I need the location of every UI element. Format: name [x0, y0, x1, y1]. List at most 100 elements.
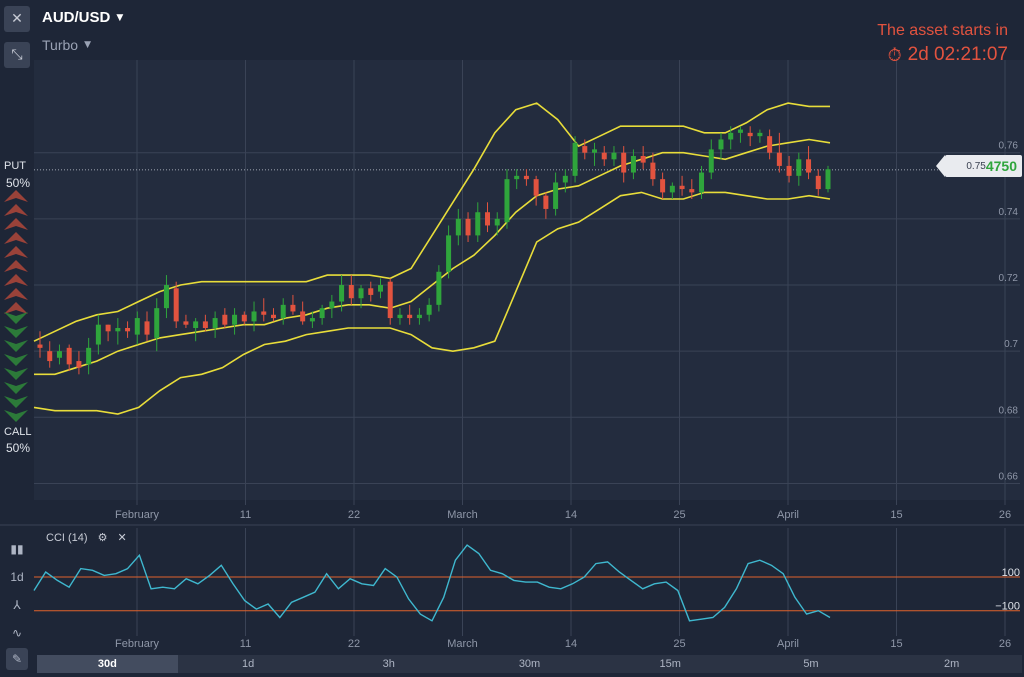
- gear-icon[interactable]: ⚙: [98, 531, 108, 544]
- x-axis-tick-label: March: [447, 509, 478, 521]
- put-chevron: [4, 288, 28, 300]
- chart-area-background: [34, 60, 1024, 500]
- candle-up: [251, 311, 257, 322]
- candle-up: [553, 182, 559, 209]
- call-chevron: [4, 382, 28, 394]
- indicator-x-axis-tick-label: 15: [890, 638, 902, 650]
- timeframe-option[interactable]: 5m: [741, 655, 882, 673]
- candle-down: [144, 321, 150, 335]
- y-axis-tick-label: 0.76: [999, 141, 1019, 152]
- call-chevron: [4, 326, 28, 338]
- put-chevron: [4, 218, 28, 230]
- chart-stage[interactable]: February February 11 11 22 22 March March 14 14 25…: [0, 0, 1024, 677]
- indicator-header: CCI (14) ⚙ ✕: [46, 531, 127, 544]
- candle-up: [95, 324, 101, 345]
- candle-up: [475, 212, 481, 236]
- candle-up: [796, 159, 802, 176]
- y-axis-tick-label: 0.66: [999, 471, 1019, 482]
- candle-down: [125, 328, 131, 332]
- candle-up: [358, 288, 364, 299]
- asset-selector[interactable]: AUD/USD ▼: [42, 9, 123, 26]
- call-chevron: [4, 410, 28, 422]
- candle-down: [621, 152, 627, 173]
- line-tool-button[interactable]: ∿: [6, 622, 28, 644]
- candle-up: [669, 185, 675, 193]
- close-icon: ✕: [11, 11, 23, 27]
- candle-down: [222, 314, 228, 325]
- timeframe-option[interactable]: 30m: [459, 655, 600, 673]
- x-axis-tick-label: 15: [890, 509, 902, 521]
- put-chevron: [4, 204, 28, 216]
- put-chevron: [4, 232, 28, 244]
- candle-up: [309, 318, 315, 322]
- candle-down: [767, 136, 773, 153]
- timeframe-option[interactable]: 30d: [37, 655, 178, 673]
- put-chevron: [4, 246, 28, 258]
- candle-down: [650, 162, 656, 180]
- candle-up: [446, 235, 452, 272]
- candle-up: [86, 347, 92, 365]
- candle-down: [241, 314, 247, 322]
- candle-down: [485, 212, 491, 226]
- candle-up: [115, 328, 121, 332]
- x-axis-tick-label: 22: [348, 509, 360, 521]
- candle-down: [66, 347, 72, 365]
- candle-up: [699, 172, 705, 193]
- x-axis-tick-label: February: [115, 509, 160, 521]
- asset-name: AUD/USD: [42, 9, 111, 26]
- call-chevron: [4, 340, 28, 352]
- call-percentage: 50%: [6, 441, 31, 455]
- candle-down: [76, 361, 82, 368]
- countdown-label: The asset starts in: [877, 22, 1008, 39]
- indicator-tool-button[interactable]: ⅄: [6, 594, 28, 616]
- candle-down: [679, 185, 685, 190]
- candle-down: [300, 311, 306, 322]
- candle-down: [37, 344, 43, 348]
- minimize-chart-button[interactable]: ⤡: [4, 42, 30, 68]
- pen-tool-button[interactable]: ✎: [6, 648, 28, 670]
- candle-down: [543, 195, 549, 209]
- chevron-down-icon: ▼: [116, 12, 124, 23]
- x-axis-tick-label: 11: [240, 509, 251, 521]
- mode-selector[interactable]: Turbo ▼: [42, 37, 91, 53]
- price-digits: 4750: [985, 158, 1017, 174]
- candle-up: [757, 132, 763, 137]
- y-axis-tick-label: 0.74: [999, 207, 1019, 218]
- close-button[interactable]: ✕: [4, 6, 30, 32]
- stopwatch-icon: ⏱: [887, 44, 902, 66]
- current-price-tag: 0.75 4750: [936, 155, 1022, 177]
- put-label: PUT: [4, 160, 26, 172]
- candle-down: [261, 311, 267, 315]
- timeframe-tool-button[interactable]: 1d: [6, 566, 28, 588]
- timeframe-bar: 30d 1d 3h 30m 15m 5m 2m: [37, 655, 1022, 673]
- candle-up: [134, 318, 140, 335]
- candle-down: [660, 179, 666, 193]
- cci-line: [33, 544, 831, 622]
- timeframe-option[interactable]: 1d: [178, 655, 319, 673]
- price-chart[interactable]: February February 11 11 22 22 March March 14 14 25…: [0, 0, 1024, 677]
- indicator-x-axis-tick-label: 26: [999, 638, 1011, 650]
- candle-up: [280, 304, 286, 319]
- timeframe-option[interactable]: 15m: [600, 655, 741, 673]
- candle-up: [397, 314, 403, 319]
- timeframe-option[interactable]: 2m: [881, 655, 1022, 673]
- candle-down: [105, 324, 111, 332]
- candle-up: [562, 175, 568, 183]
- candle-up: [339, 285, 345, 302]
- candle-down: [348, 285, 354, 299]
- candle-up: [825, 169, 831, 190]
- timeframe-option[interactable]: 3h: [318, 655, 459, 673]
- candle-up: [708, 149, 714, 173]
- candle-up: [232, 314, 238, 325]
- timeframe-tool-label: 1d: [10, 570, 24, 584]
- close-icon[interactable]: ✕: [117, 531, 126, 544]
- candle-up: [163, 285, 169, 309]
- candle-down: [173, 288, 179, 322]
- candle-up: [56, 351, 62, 358]
- candle-up: [504, 179, 510, 223]
- call-chevron: [4, 312, 28, 324]
- bar-chart-tool-button[interactable]: ▮▮: [6, 538, 28, 560]
- mode-name: Turbo: [42, 37, 79, 53]
- indicator-icon: ⅄: [13, 598, 21, 612]
- cci-upper-label: 100: [1002, 567, 1020, 579]
